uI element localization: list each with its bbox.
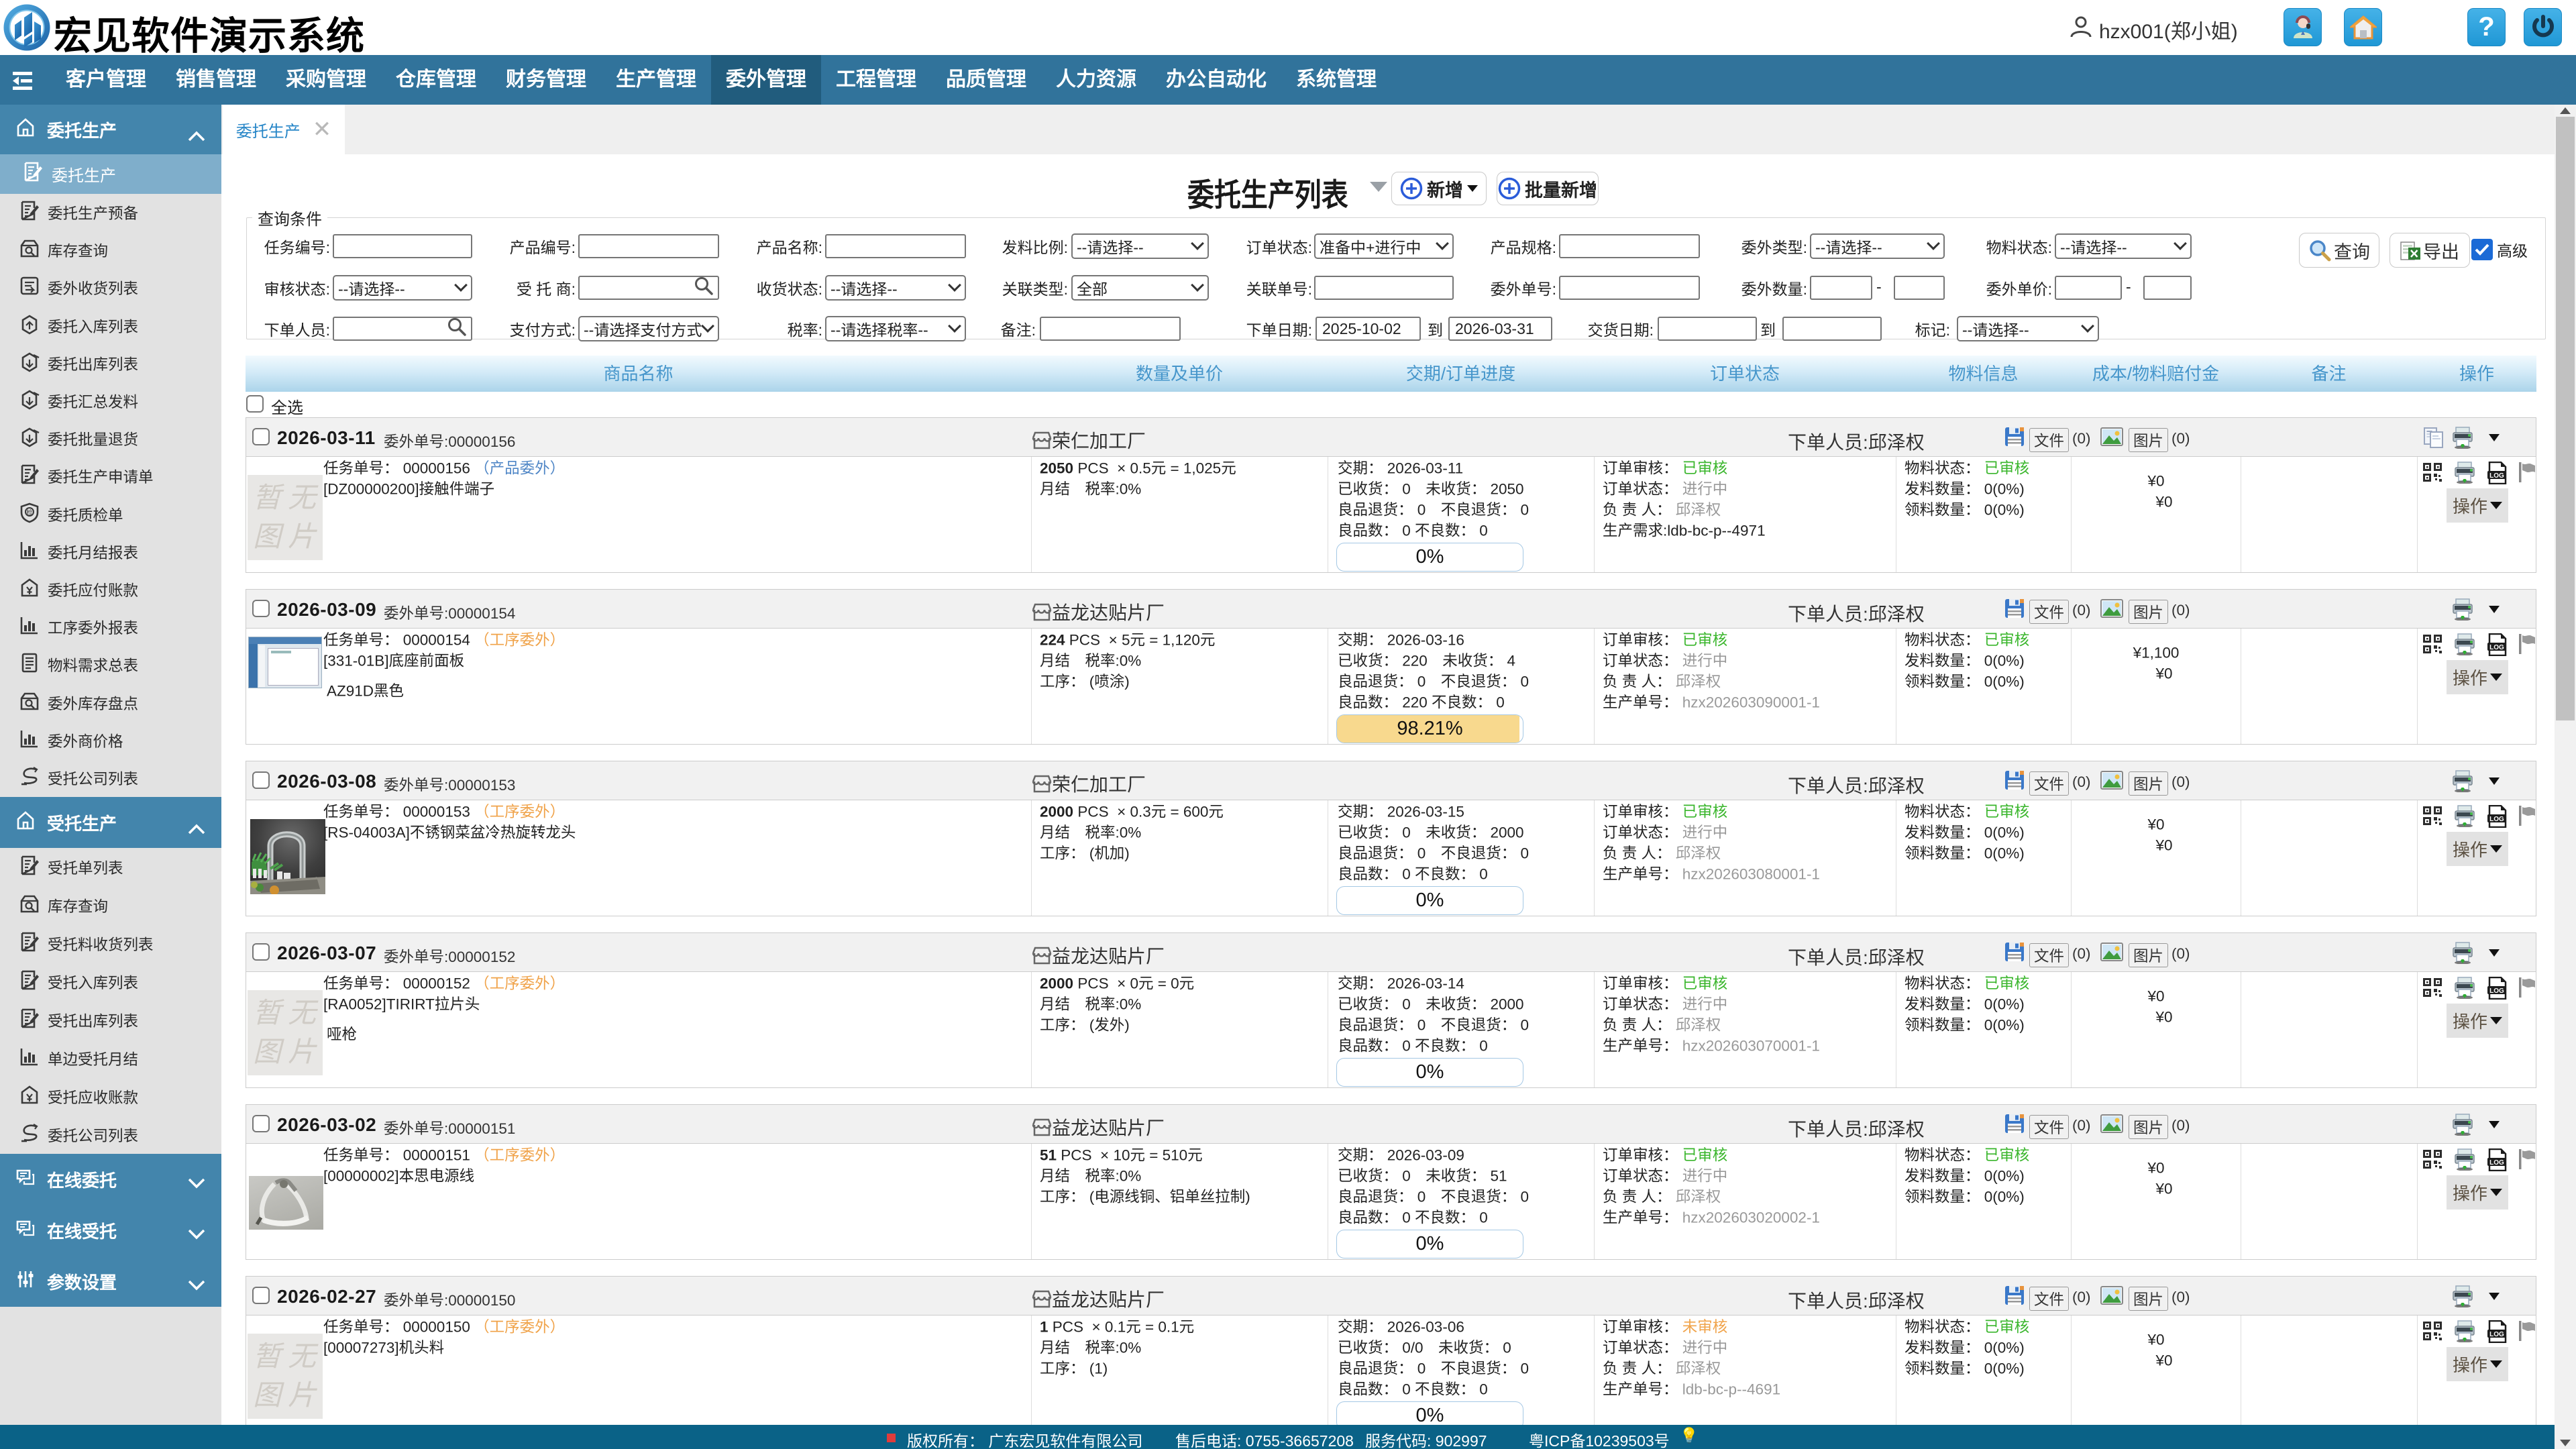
svg-text:LOG: LOG — [2489, 1331, 2504, 1338]
svg-text:LOG: LOG — [2489, 987, 2504, 995]
svg-text:LOG: LOG — [2489, 472, 2504, 480]
svg-text:LOG: LOG — [2489, 644, 2504, 651]
svg-text:LOG: LOG — [2489, 816, 2504, 823]
svg-text:检: 检 — [26, 508, 32, 516]
svg-text:LOG: LOG — [2489, 1159, 2504, 1167]
